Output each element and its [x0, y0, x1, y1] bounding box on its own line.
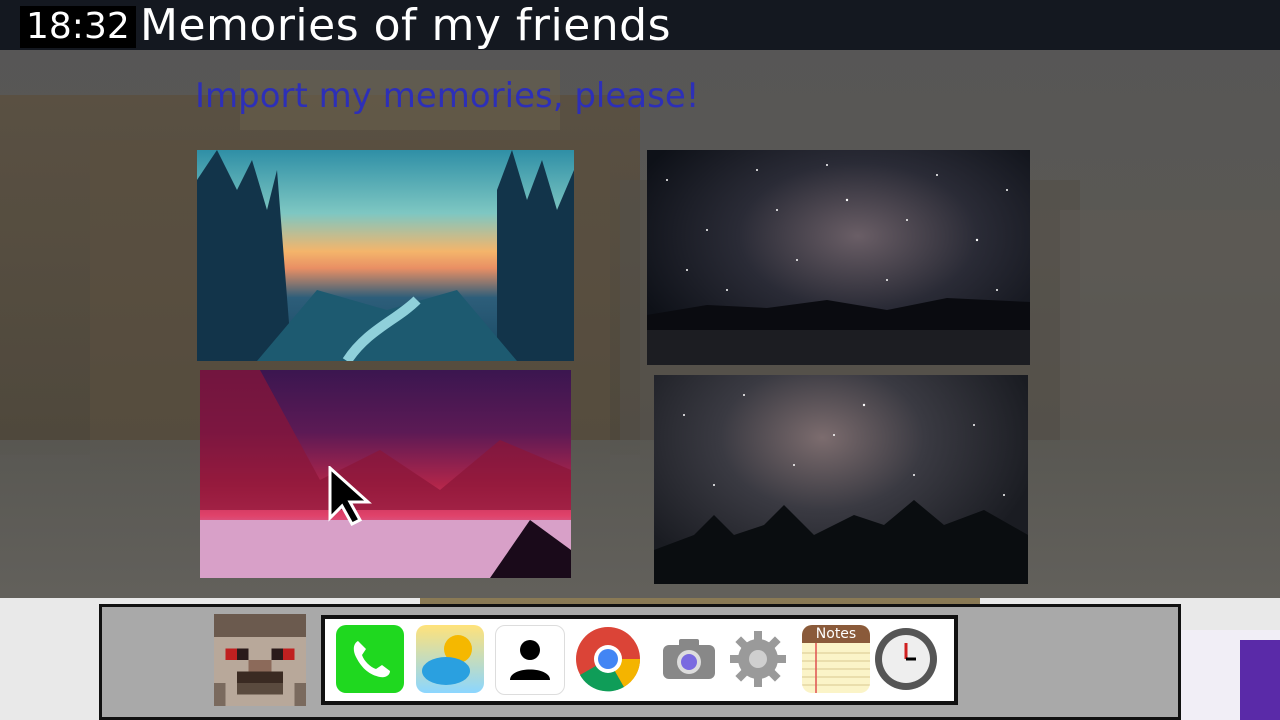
photo-milky-way-lake[interactable]	[647, 150, 1030, 365]
weather-icon	[422, 635, 472, 685]
mouse-cursor-icon	[326, 464, 376, 526]
notes-app-button[interactable]: Notes	[802, 625, 870, 693]
page-title: Memories of my friends	[140, 0, 672, 51]
import-memories-link[interactable]: Import my memories, please!	[195, 74, 699, 118]
notes-icon	[802, 643, 870, 693]
gear-icon	[730, 631, 786, 687]
status-clock: 18:32	[20, 6, 136, 48]
contacts-icon	[510, 640, 550, 680]
camera-icon	[663, 639, 715, 679]
phone-app-button[interactable]	[336, 625, 404, 693]
phone-icon	[353, 641, 390, 678]
weather-app-button[interactable]	[416, 625, 484, 693]
settings-app-button[interactable]	[724, 625, 792, 693]
camera-app-button[interactable]	[655, 625, 723, 693]
user-avatar[interactable]	[214, 614, 306, 706]
photo-pink-night-landscape[interactable]	[200, 370, 571, 578]
contacts-app-button[interactable]	[495, 625, 565, 695]
chrome-app-button[interactable]	[574, 625, 642, 693]
photo-forest-sunset[interactable]	[197, 150, 574, 361]
top-bar: 18:32 Memories of my friends	[0, 0, 1280, 51]
clock-icon	[875, 628, 937, 690]
clock-app-button[interactable]	[872, 625, 940, 693]
photo-milky-way-forest[interactable]	[654, 375, 1028, 584]
chrome-icon	[576, 627, 641, 692]
